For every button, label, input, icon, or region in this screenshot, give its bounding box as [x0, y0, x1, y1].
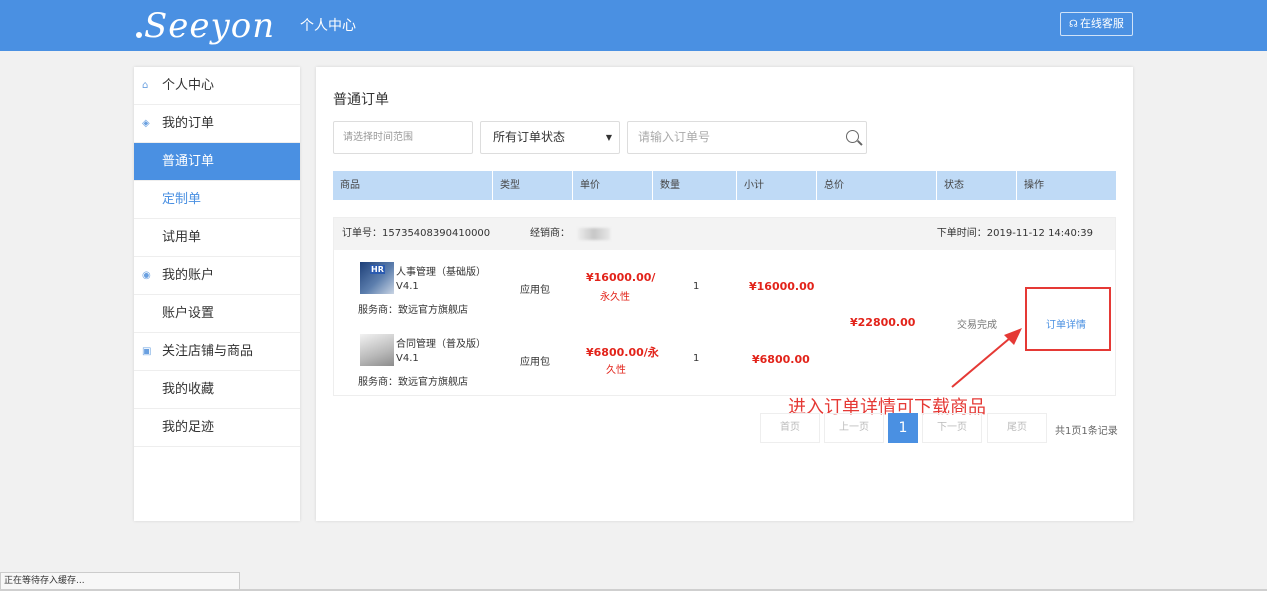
order-header: 订单号：15735408390410000 经销商： 下单时间：2019-11-…: [334, 218, 1115, 250]
product-qty: 1: [693, 353, 700, 364]
sidebar-item-footprints[interactable]: 我的足迹: [134, 409, 300, 447]
sidebar-item-custom-orders[interactable]: 定制单: [134, 181, 300, 219]
seeyon-logo[interactable]: Seeyon: [136, 6, 275, 46]
product-price: ¥6800.00/永: [586, 346, 659, 359]
headset-icon: ☊: [1069, 19, 1078, 30]
product-name[interactable]: 合同管理（普及版）: [396, 335, 486, 350]
online-service-button[interactable]: ☊ 在线客服: [1060, 12, 1133, 36]
product-thumbnail-contract[interactable]: [360, 334, 394, 366]
sidebar-item-favorites[interactable]: 我的收藏: [134, 371, 300, 409]
page-title: 普通订单: [333, 92, 389, 108]
col-total: 总价: [817, 171, 937, 200]
sidebar-item-label: 我的账户: [162, 268, 215, 283]
sidebar-item-label: 个人中心: [162, 78, 215, 93]
home-icon: ⌂: [142, 80, 149, 91]
sidebar-item-label: 关注店铺与商品: [162, 344, 254, 359]
product-provider: 服务商：致远官方旗舰店: [358, 305, 468, 316]
sidebar-item-my-orders[interactable]: ◈ 我的订单: [134, 105, 300, 143]
product-version: V4.1: [396, 281, 419, 292]
product-subtotal: ¥16000.00: [749, 280, 815, 293]
order-total: ¥22800.00: [850, 316, 916, 329]
sidebar-item-account-settings[interactable]: 账户设置: [134, 295, 300, 333]
sidebar-item-trial-orders[interactable]: 试用单: [134, 219, 300, 257]
order-number: 订单号：15735408390410000: [342, 228, 491, 239]
follow-icon: ▣: [142, 346, 152, 357]
col-action: 操作: [1024, 180, 1044, 191]
product-version: V4.1: [396, 353, 419, 364]
first-page-button[interactable]: 首页: [760, 413, 820, 443]
prev-page-button[interactable]: 上一页: [824, 413, 884, 443]
date-range-input[interactable]: 请选择时间范围: [333, 121, 473, 154]
col-qty: 数量: [653, 171, 737, 200]
page-info: 共1页1条记录: [1055, 426, 1118, 437]
product-price-unit: 永久性: [600, 292, 630, 303]
col-status: 状态: [937, 171, 1017, 200]
top-bar: Seeyon 个人中心 ☊ 在线客服: [0, 0, 1267, 51]
order-detail-link[interactable]: 订单详情: [1046, 316, 1086, 331]
next-page-button[interactable]: 下一页: [922, 413, 982, 443]
product-qty: 1: [693, 281, 700, 292]
cube-icon: ◈: [142, 118, 150, 129]
order-number-search[interactable]: 请输入订单号: [627, 121, 867, 154]
caret-down-icon: ▼: [605, 133, 612, 142]
product-price: ¥16000.00/: [586, 271, 656, 284]
sidebar-item-my-account[interactable]: ◉ 我的账户: [134, 257, 300, 295]
annotation-arrow: [951, 328, 1022, 388]
product-price-unit: 久性: [606, 365, 626, 376]
sidebar-item-label: 我的订单: [162, 116, 215, 131]
online-service-label: 在线客服: [1079, 17, 1124, 30]
header-title: 个人中心: [300, 18, 356, 34]
col-product: 商品: [333, 171, 493, 200]
last-page-button[interactable]: 尾页: [987, 413, 1047, 443]
sidebar-item-normal-orders[interactable]: 普通订单: [134, 143, 300, 181]
logo-text: Seeyon: [144, 6, 276, 46]
dealer-label: 经销商：: [530, 228, 570, 239]
sidebar-item-personal-center[interactable]: ⌂ 个人中心: [134, 67, 300, 105]
sidebar-item-followed[interactable]: ▣ 关注店铺与商品: [134, 333, 300, 371]
search-icon[interactable]: [846, 130, 859, 143]
thumb-text: HR: [370, 265, 385, 274]
product-type: 应用包: [520, 357, 550, 368]
order-status-select[interactable]: 所有订单状态 ▼: [480, 121, 620, 154]
col-price: 单价: [573, 171, 653, 200]
account-icon: ◉: [142, 270, 151, 281]
current-page[interactable]: 1: [888, 413, 918, 443]
main-panel: 普通订单 请选择时间范围 所有订单状态 ▼ 请输入订单号 商品 类型 单价 数量 …: [316, 67, 1133, 521]
product-thumbnail-hr[interactable]: HR: [360, 262, 394, 294]
order-status-value: 所有订单状态: [493, 130, 566, 144]
col-type: 类型: [493, 171, 573, 200]
logo-dot: [136, 32, 142, 38]
dealer-name-blurred: [578, 228, 610, 240]
product-name[interactable]: 人事管理（基础版）: [396, 263, 486, 278]
product-type: 应用包: [520, 285, 550, 296]
order-time: 下单时间：2019-11-12 14:40:39: [936, 228, 1093, 239]
table-header: 商品 类型 单价 数量 小计 总价 状态 操作: [333, 171, 1116, 200]
product-provider: 服务商：致远官方旗舰店: [358, 377, 468, 388]
sidebar: ⌂ 个人中心 ◈ 我的订单 普通订单 定制单 试用单 ◉ 我的账户 账户设置 ▣ 关注店…: [134, 67, 300, 521]
product-subtotal: ¥6800.00: [752, 353, 810, 366]
order-number-placeholder: 请输入订单号: [638, 130, 711, 144]
col-subtotal: 小计: [737, 171, 817, 200]
